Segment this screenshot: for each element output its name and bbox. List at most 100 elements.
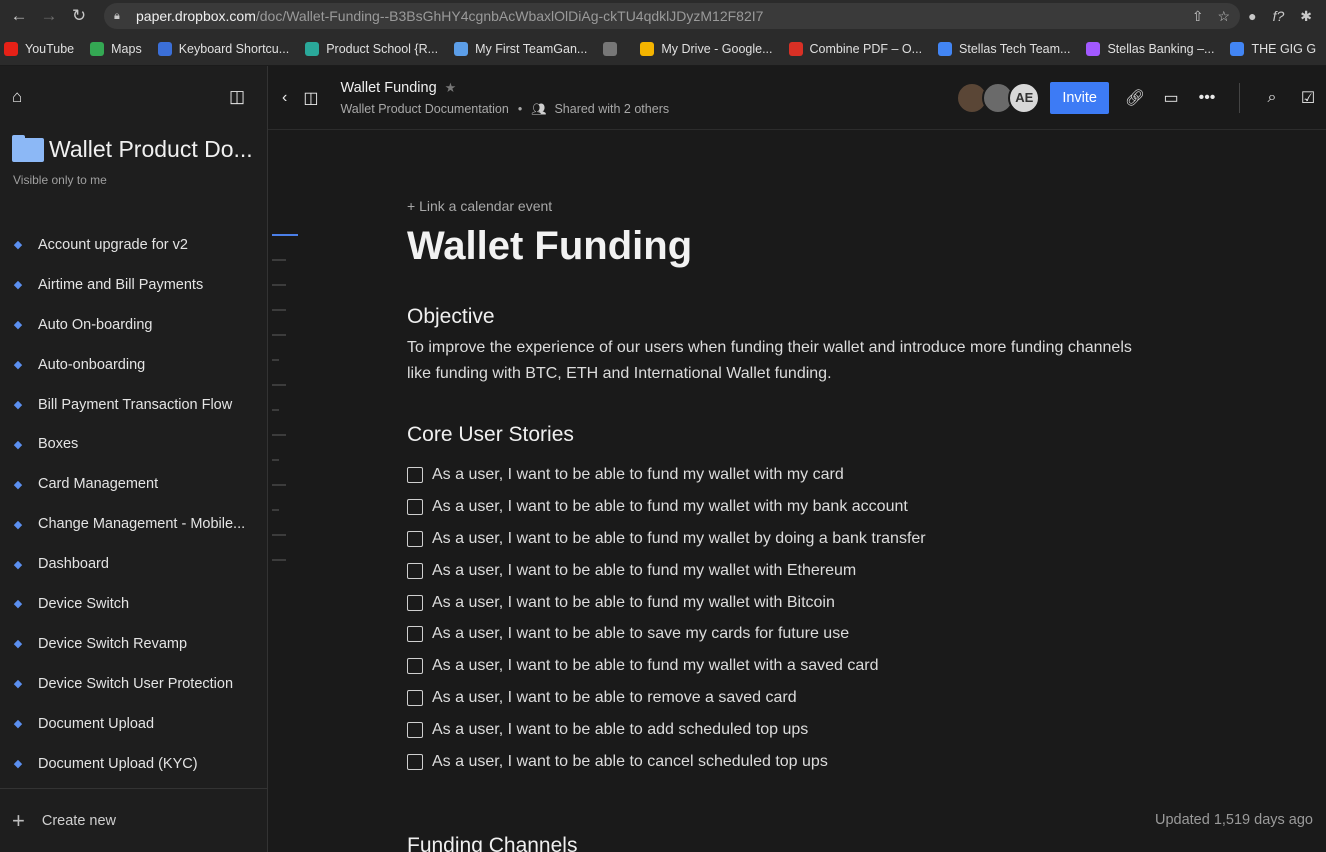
sidebar-doc-item[interactable]: ◆ Change Management - Mobile...	[0, 504, 267, 544]
sidebar-item-label: Account upgrade for v2	[38, 236, 188, 253]
link-calendar-event[interactable]: + Link a calendar event	[407, 198, 1147, 214]
checklist-item-text[interactable]: As a user, I want to be able to cancel s…	[432, 753, 828, 771]
address-bar[interactable]: 🔒︎ paper.dropbox.com /doc/Wallet-Funding…	[104, 3, 1241, 29]
doc-title-small[interactable]: Wallet Funding	[340, 80, 436, 96]
collapse-sidebar-icon[interactable]: ◫	[229, 87, 245, 107]
checklist-item-text[interactable]: As a user, I want to be able to fund my …	[432, 594, 835, 612]
checklist-item-text[interactable]: As a user, I want to be able to fund my …	[432, 466, 844, 484]
sidebar-doc-item[interactable]: ◆ Boxes	[0, 424, 267, 464]
checklist-icon[interactable]: ☑	[1290, 88, 1326, 108]
forward-arrow-icon[interactable]: →	[38, 5, 60, 27]
sidebar-doc-item[interactable]: ◆ Document Upload (KYC)	[0, 744, 267, 784]
checklist-item-text[interactable]: As a user, I want to be able to add sche…	[432, 721, 808, 739]
outline-marker[interactable]	[272, 559, 286, 561]
paper-doc-icon: ◆	[13, 638, 23, 651]
sidebar-doc-item[interactable]: ◆ Auto On-boarding	[0, 305, 267, 345]
paper-doc-icon: ◆	[13, 319, 23, 332]
star-icon[interactable]: ★	[445, 80, 457, 96]
sidebar-doc-item[interactable]: ◆ Auto-onboarding	[0, 345, 267, 385]
bookmark-item[interactable]: My Drive - Google...	[640, 41, 773, 56]
checkbox[interactable]	[407, 626, 423, 643]
back-arrow-icon[interactable]: ←	[8, 5, 30, 27]
outline-marker[interactable]	[272, 434, 286, 436]
outline-marker[interactable]	[272, 284, 286, 286]
bookmark-item[interactable]	[603, 41, 624, 56]
search-icon[interactable]: ⌕	[1254, 89, 1290, 107]
collaborator-avatars[interactable]: AE	[956, 81, 1041, 114]
bookmark-item[interactable]: Combine PDF – O...	[788, 41, 922, 56]
bookmark-item[interactable]: Stellas Banking –...	[1086, 41, 1214, 56]
home-icon[interactable]: ⌂	[12, 87, 22, 107]
objective-text[interactable]: To improve the experience of our users w…	[407, 335, 1147, 387]
checklist-item-text[interactable]: As a user, I want to be able to fund my …	[432, 498, 908, 516]
checkbox[interactable]	[407, 753, 423, 770]
checklist-item-text[interactable]: As a user, I want to be able to fund my …	[432, 562, 856, 580]
checkbox[interactable]	[407, 530, 423, 547]
checkbox[interactable]	[407, 562, 423, 579]
outline-marker[interactable]	[272, 334, 286, 336]
checkbox[interactable]	[407, 466, 423, 483]
create-new-button[interactable]: + Create new	[0, 788, 267, 852]
checkbox[interactable]	[407, 722, 423, 739]
folder-header[interactable]: Wallet Product Do...	[0, 128, 267, 163]
sidebar-doc-item[interactable]: ◆ Airtime and Bill Payments	[0, 265, 267, 305]
outline-marker[interactable]	[272, 409, 279, 411]
bookmark-item[interactable]: Keyboard Shortcu...	[157, 41, 289, 56]
sidebar-doc-item[interactable]: ◆ Account upgrade for v2	[0, 225, 267, 265]
sidebar-doc-item[interactable]: ◆ Device Switch Revamp	[0, 624, 267, 664]
checkbox[interactable]	[407, 594, 423, 611]
checkbox[interactable]	[407, 690, 423, 707]
outline-marker[interactable]	[272, 509, 279, 511]
avatar-initials[interactable]: AE	[1008, 81, 1041, 114]
outline-marker[interactable]	[272, 459, 279, 461]
stories-heading[interactable]: Core User Stories	[407, 423, 1147, 447]
present-icon[interactable]: ▭	[1153, 88, 1189, 108]
bookmark-item[interactable]: THE GIG G	[1230, 41, 1316, 56]
sidebar-doc-item[interactable]: ◆ Device Switch User Protection	[0, 664, 267, 704]
checklist-item-text[interactable]: As a user, I want to be able to save my …	[432, 625, 849, 643]
more-options-icon[interactable]: •••	[1189, 89, 1225, 107]
sidebar-doc-item[interactable]: ◆ Dashboard	[0, 544, 267, 584]
invite-button[interactable]: Invite	[1050, 81, 1109, 114]
formula-extension-icon[interactable]: f?	[1273, 8, 1285, 25]
outline-marker[interactable]	[272, 359, 279, 361]
bookmark-item[interactable]: Stellas Tech Team...	[938, 41, 1070, 56]
sidebar-item-label: Auto On-boarding	[38, 316, 153, 333]
outline-marker[interactable]	[272, 259, 286, 261]
sidebar-doc-item[interactable]: ◆ Document Upload	[0, 704, 267, 744]
copy-link-icon[interactable]: 🔗︎	[1117, 88, 1153, 108]
checklist-item-text[interactable]: As a user, I want to be able to fund my …	[432, 657, 878, 675]
figma-icon	[1086, 41, 1101, 56]
objective-heading[interactable]: Objective	[407, 305, 1147, 329]
checklist-item-text[interactable]: As a user, I want to be able to remove a…	[432, 689, 797, 707]
share-icon[interactable]: ⇧	[1192, 8, 1204, 25]
puzzle-extensions-icon[interactable]: ✱	[1300, 8, 1312, 25]
sidebar-doc-item[interactable]: ◆ Card Management	[0, 464, 267, 504]
shared-with-link[interactable]: Shared with 2 others	[554, 102, 669, 116]
reload-icon[interactable]: ↻	[68, 5, 90, 27]
extension-circle-icon[interactable]: ●	[1248, 8, 1256, 25]
sidebar-doc-item[interactable]: ◆ Device Switch	[0, 584, 267, 624]
outline-marker[interactable]	[272, 309, 286, 311]
outline-marker[interactable]	[272, 384, 286, 386]
toggle-sidebar-icon[interactable]: ◫	[303, 88, 318, 108]
outline-marker[interactable]	[272, 234, 298, 236]
doc-body[interactable]: + Link a calendar event Wallet Funding O…	[407, 130, 1147, 778]
funding-channels-heading[interactable]: Funding Channels	[407, 834, 577, 852]
outline-marker[interactable]	[272, 534, 286, 536]
outline-minimap[interactable]	[272, 234, 298, 584]
sidebar-item-label: Device Switch User Protection	[38, 675, 234, 692]
breadcrumb-folder[interactable]: Wallet Product Documentation	[340, 102, 508, 116]
checkbox[interactable]	[407, 658, 423, 675]
chevron-left-icon[interactable]: ‹	[282, 89, 287, 107]
checkbox[interactable]	[407, 498, 423, 515]
outline-marker[interactable]	[272, 484, 286, 486]
bookmark-item[interactable]: Maps	[90, 41, 142, 56]
bookmark-item[interactable]: My First TeamGan...	[454, 41, 587, 56]
checklist-item-text[interactable]: As a user, I want to be able to fund my …	[432, 530, 926, 548]
bookmark-item[interactable]: Product School {R...	[305, 41, 438, 56]
sidebar-doc-item[interactable]: ◆ Bill Payment Transaction Flow	[0, 385, 267, 425]
bookmark-item[interactable]: YouTube	[4, 41, 74, 56]
doc-title[interactable]: Wallet Funding	[407, 224, 1147, 269]
bookmark-star-icon[interactable]: ☆	[1218, 8, 1231, 25]
